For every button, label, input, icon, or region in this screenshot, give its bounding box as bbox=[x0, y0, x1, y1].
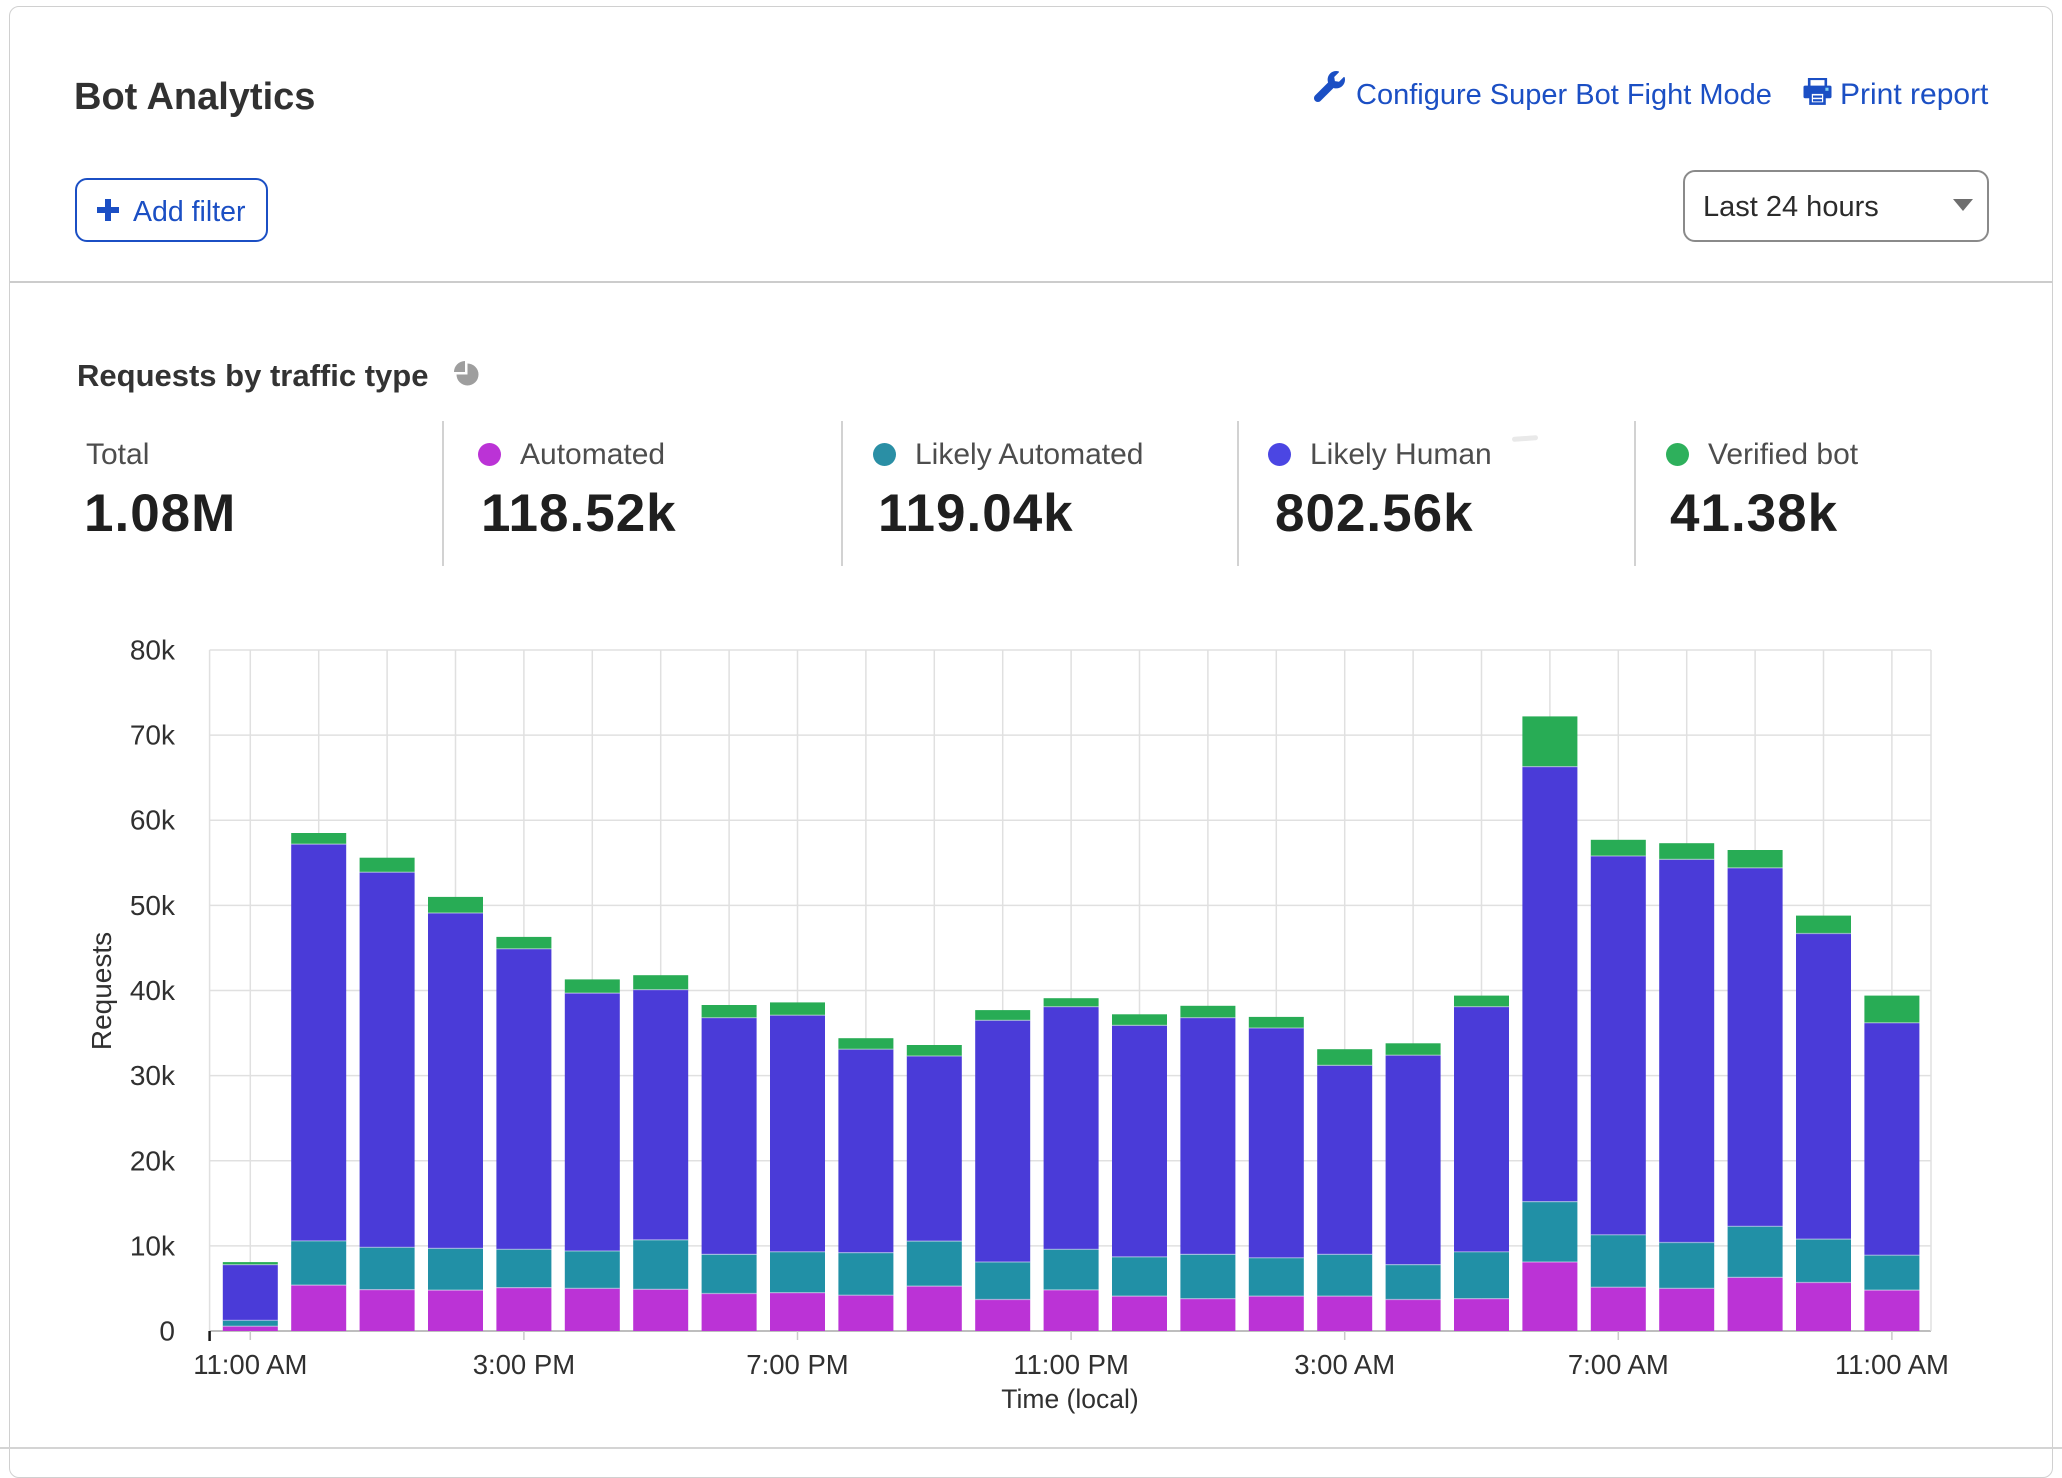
svg-text:10k: 10k bbox=[130, 1230, 176, 1261]
svg-text:11:00 AM: 11:00 AM bbox=[1835, 1349, 1949, 1380]
svg-text:7:00 AM: 7:00 AM bbox=[1568, 1349, 1669, 1380]
svg-text:60k: 60k bbox=[130, 805, 176, 836]
svg-text:3:00 PM: 3:00 PM bbox=[473, 1349, 575, 1380]
svg-text:40k: 40k bbox=[130, 975, 176, 1006]
svg-text:Time (local): Time (local) bbox=[1001, 1384, 1138, 1414]
svg-text:0: 0 bbox=[159, 1316, 175, 1347]
svg-text:7:00 PM: 7:00 PM bbox=[746, 1349, 848, 1380]
svg-text:50k: 50k bbox=[130, 890, 176, 921]
svg-text:11:00 AM: 11:00 AM bbox=[193, 1349, 307, 1380]
svg-text:70k: 70k bbox=[130, 720, 176, 751]
svg-text:11:00 PM: 11:00 PM bbox=[1013, 1349, 1129, 1380]
svg-text:30k: 30k bbox=[130, 1060, 176, 1091]
svg-text:Requests: Requests bbox=[86, 932, 117, 1050]
svg-text:20k: 20k bbox=[130, 1145, 176, 1176]
svg-text:3:00 AM: 3:00 AM bbox=[1294, 1349, 1395, 1380]
svg-text:80k: 80k bbox=[130, 635, 176, 666]
